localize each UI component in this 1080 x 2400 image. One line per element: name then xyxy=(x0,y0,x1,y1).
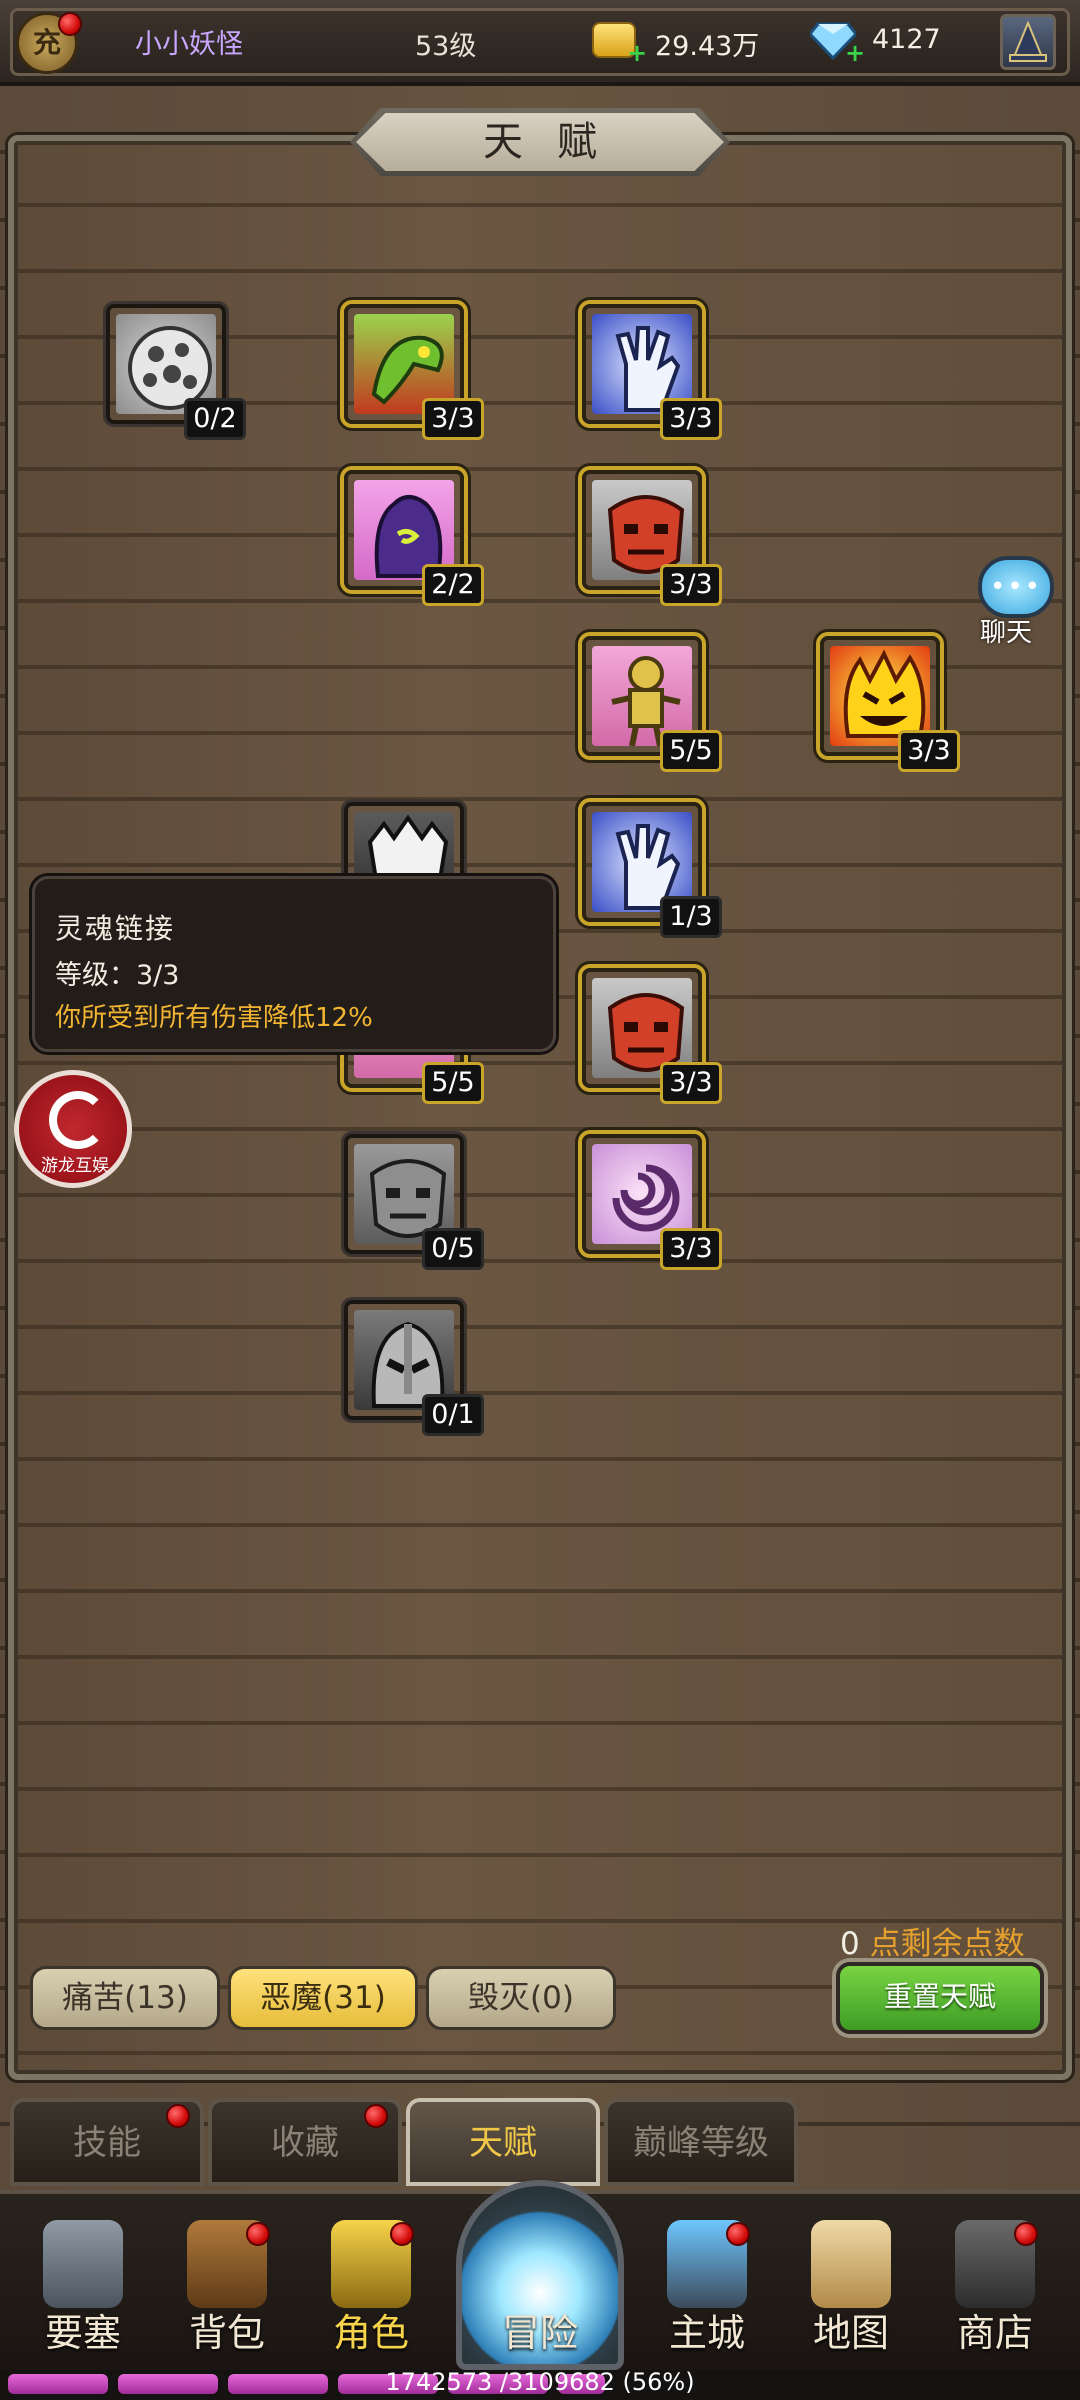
remaining-points-label: 点剩余点数 xyxy=(869,1926,1025,1962)
chat-dots-icon: ••• xyxy=(990,572,1043,602)
remaining-points-count: 0 xyxy=(840,1926,860,1962)
talent-level: 5/5 xyxy=(660,730,722,772)
chat-label: 聊天 xyxy=(980,618,1033,648)
notification-dot xyxy=(726,2222,750,2246)
talent-tooltip: 灵魂链接 等级：3/3 你所受到所有伤害降低12% xyxy=(32,876,556,1052)
category-tab-demon[interactable]: 恶魔(31) xyxy=(228,1966,418,2030)
wizard-hat-icon xyxy=(1009,20,1047,62)
chat-button[interactable]: ••• 聊天 xyxy=(970,548,1062,648)
reset-talents-button[interactable]: 重置天赋 xyxy=(836,1962,1044,2034)
talent-level: 5/5 xyxy=(422,1062,484,1104)
talent-level: 3/3 xyxy=(660,1062,722,1104)
scroll-map-icon xyxy=(811,2220,891,2308)
talent-level: 3/3 xyxy=(660,398,722,440)
gem-amount: 4127 xyxy=(872,24,941,55)
notification-dot xyxy=(246,2222,270,2246)
notification-dot xyxy=(58,12,82,36)
category-tab-pain[interactable]: 痛苦(13) xyxy=(30,1966,220,2030)
talent-level: 0/1 xyxy=(422,1394,484,1436)
wizard-menu-button[interactable] xyxy=(1000,14,1056,70)
add-gem-icon[interactable]: + xyxy=(845,41,865,65)
talent-node[interactable]: 3/3 xyxy=(344,304,484,440)
nav-fortress-label: 要塞 xyxy=(44,2311,121,2355)
talent-node[interactable]: 3/3 xyxy=(582,304,722,440)
notification-dot xyxy=(390,2222,414,2246)
talent-node[interactable]: 3/3 xyxy=(582,470,722,606)
player-level: 53级 xyxy=(415,31,477,62)
category-tab-destruction[interactable]: 毁灭(0) xyxy=(426,1966,616,2030)
talent-node[interactable]: 0/1 xyxy=(344,1300,484,1436)
gold-amount: 29.43万 xyxy=(655,31,760,62)
tab-talent[interactable]: 天赋 xyxy=(406,2098,600,2186)
nav-shop-label: 商店 xyxy=(956,2311,1033,2355)
notification-dot xyxy=(1014,2222,1038,2246)
page-title: 天赋 xyxy=(356,113,724,171)
talent-node[interactable]: 0/2 xyxy=(106,304,246,440)
fortress-icon xyxy=(43,2220,123,2308)
nav-main-city[interactable]: 主城 xyxy=(642,2214,772,2364)
talent-node[interactable]: 2/2 xyxy=(344,470,484,606)
notification-dot xyxy=(166,2104,190,2128)
talent-node[interactable]: 3/3 xyxy=(820,636,960,772)
talent-node[interactable]: 0/5 xyxy=(344,1134,484,1270)
talent-panel xyxy=(8,135,1072,2080)
nav-main-city-label: 主城 xyxy=(668,2311,745,2355)
nav-character[interactable]: 角色 xyxy=(306,2214,436,2364)
talent-node[interactable]: 1/3 xyxy=(582,802,722,938)
player-name: 小小妖怪 xyxy=(135,29,243,60)
nav-fortress[interactable]: 要塞 xyxy=(18,2214,148,2364)
experience-text: 1742573 /3109682 (56%) xyxy=(385,2368,695,2396)
tooltip-talent-level: 等级：3/3 xyxy=(55,960,180,991)
talent-level: 0/2 xyxy=(184,398,246,440)
talent-node[interactable]: 3/3 xyxy=(582,968,722,1104)
nav-shop[interactable]: 商店 xyxy=(930,2214,1060,2364)
talent-node[interactable]: 5/5 xyxy=(582,636,722,772)
dragon-logo-icon xyxy=(49,1091,107,1149)
nav-character-label: 角色 xyxy=(332,2311,409,2355)
talent-node[interactable]: 3/3 xyxy=(582,1134,722,1270)
add-gold-icon[interactable]: + xyxy=(627,41,647,65)
publisher-logo[interactable]: 游龙互娱 xyxy=(14,1070,132,1188)
talent-level: 3/3 xyxy=(422,398,484,440)
notification-dot xyxy=(364,2104,388,2128)
nav-backpack-label: 背包 xyxy=(188,2311,265,2355)
remaining-points: 0 点剩余点数 xyxy=(840,1918,1025,1963)
talent-level: 2/2 xyxy=(422,564,484,606)
nav-backpack[interactable]: 背包 xyxy=(162,2214,292,2364)
nav-adventure-label: 冒险 xyxy=(501,2311,578,2355)
talent-level: 3/3 xyxy=(660,564,722,606)
nav-adventure[interactable]: 冒险 xyxy=(475,2214,605,2364)
talent-level: 0/5 xyxy=(422,1228,484,1270)
talent-level: 3/3 xyxy=(898,730,960,772)
nav-map[interactable]: 地图 xyxy=(786,2214,916,2364)
talent-level: 1/3 xyxy=(660,896,722,938)
nav-map-label: 地图 xyxy=(812,2311,889,2355)
tab-peak-level[interactable]: 巅峰等级 xyxy=(604,2098,798,2186)
tooltip-talent-effect: 你所受到所有伤害降低12% xyxy=(55,1003,373,1033)
tooltip-talent-name: 灵魂链接 xyxy=(55,912,176,945)
publisher-logo-text: 游龙互娱 xyxy=(41,1156,109,1176)
talent-level: 3/3 xyxy=(660,1228,722,1270)
